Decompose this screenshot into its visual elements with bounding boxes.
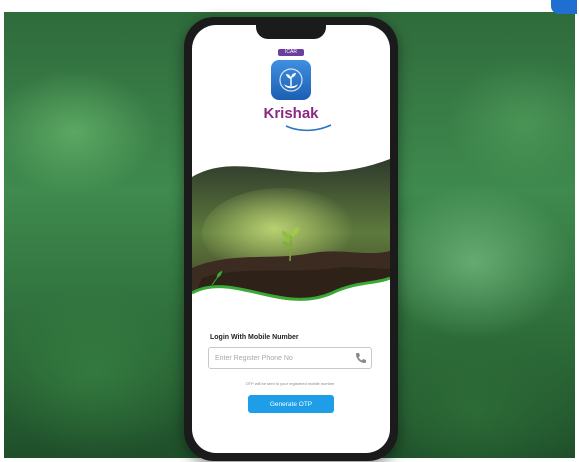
phone-icon <box>356 353 366 363</box>
hand-plant-logo-icon <box>271 60 311 100</box>
otp-note: OTP will be sent to your registered mobi… <box>245 381 335 386</box>
brand-tag: ICAR <box>278 49 304 56</box>
login-title: Login With Mobile Number <box>210 334 299 341</box>
phone-notch <box>256 25 326 39</box>
brand-swoosh <box>285 124 332 132</box>
phone-mockup: ICAR Krishak Login With Mobile Number En… <box>184 17 398 461</box>
generate-otp-button[interactable]: Generate OTP <box>248 395 334 413</box>
phone-screen: ICAR Krishak Login With Mobile Number En… <box>192 25 390 453</box>
corner-badge-icon <box>551 0 577 14</box>
seedling-hero-image <box>192 159 390 323</box>
phone-number-input[interactable] <box>208 347 372 369</box>
app-name: Krishak <box>263 105 319 122</box>
